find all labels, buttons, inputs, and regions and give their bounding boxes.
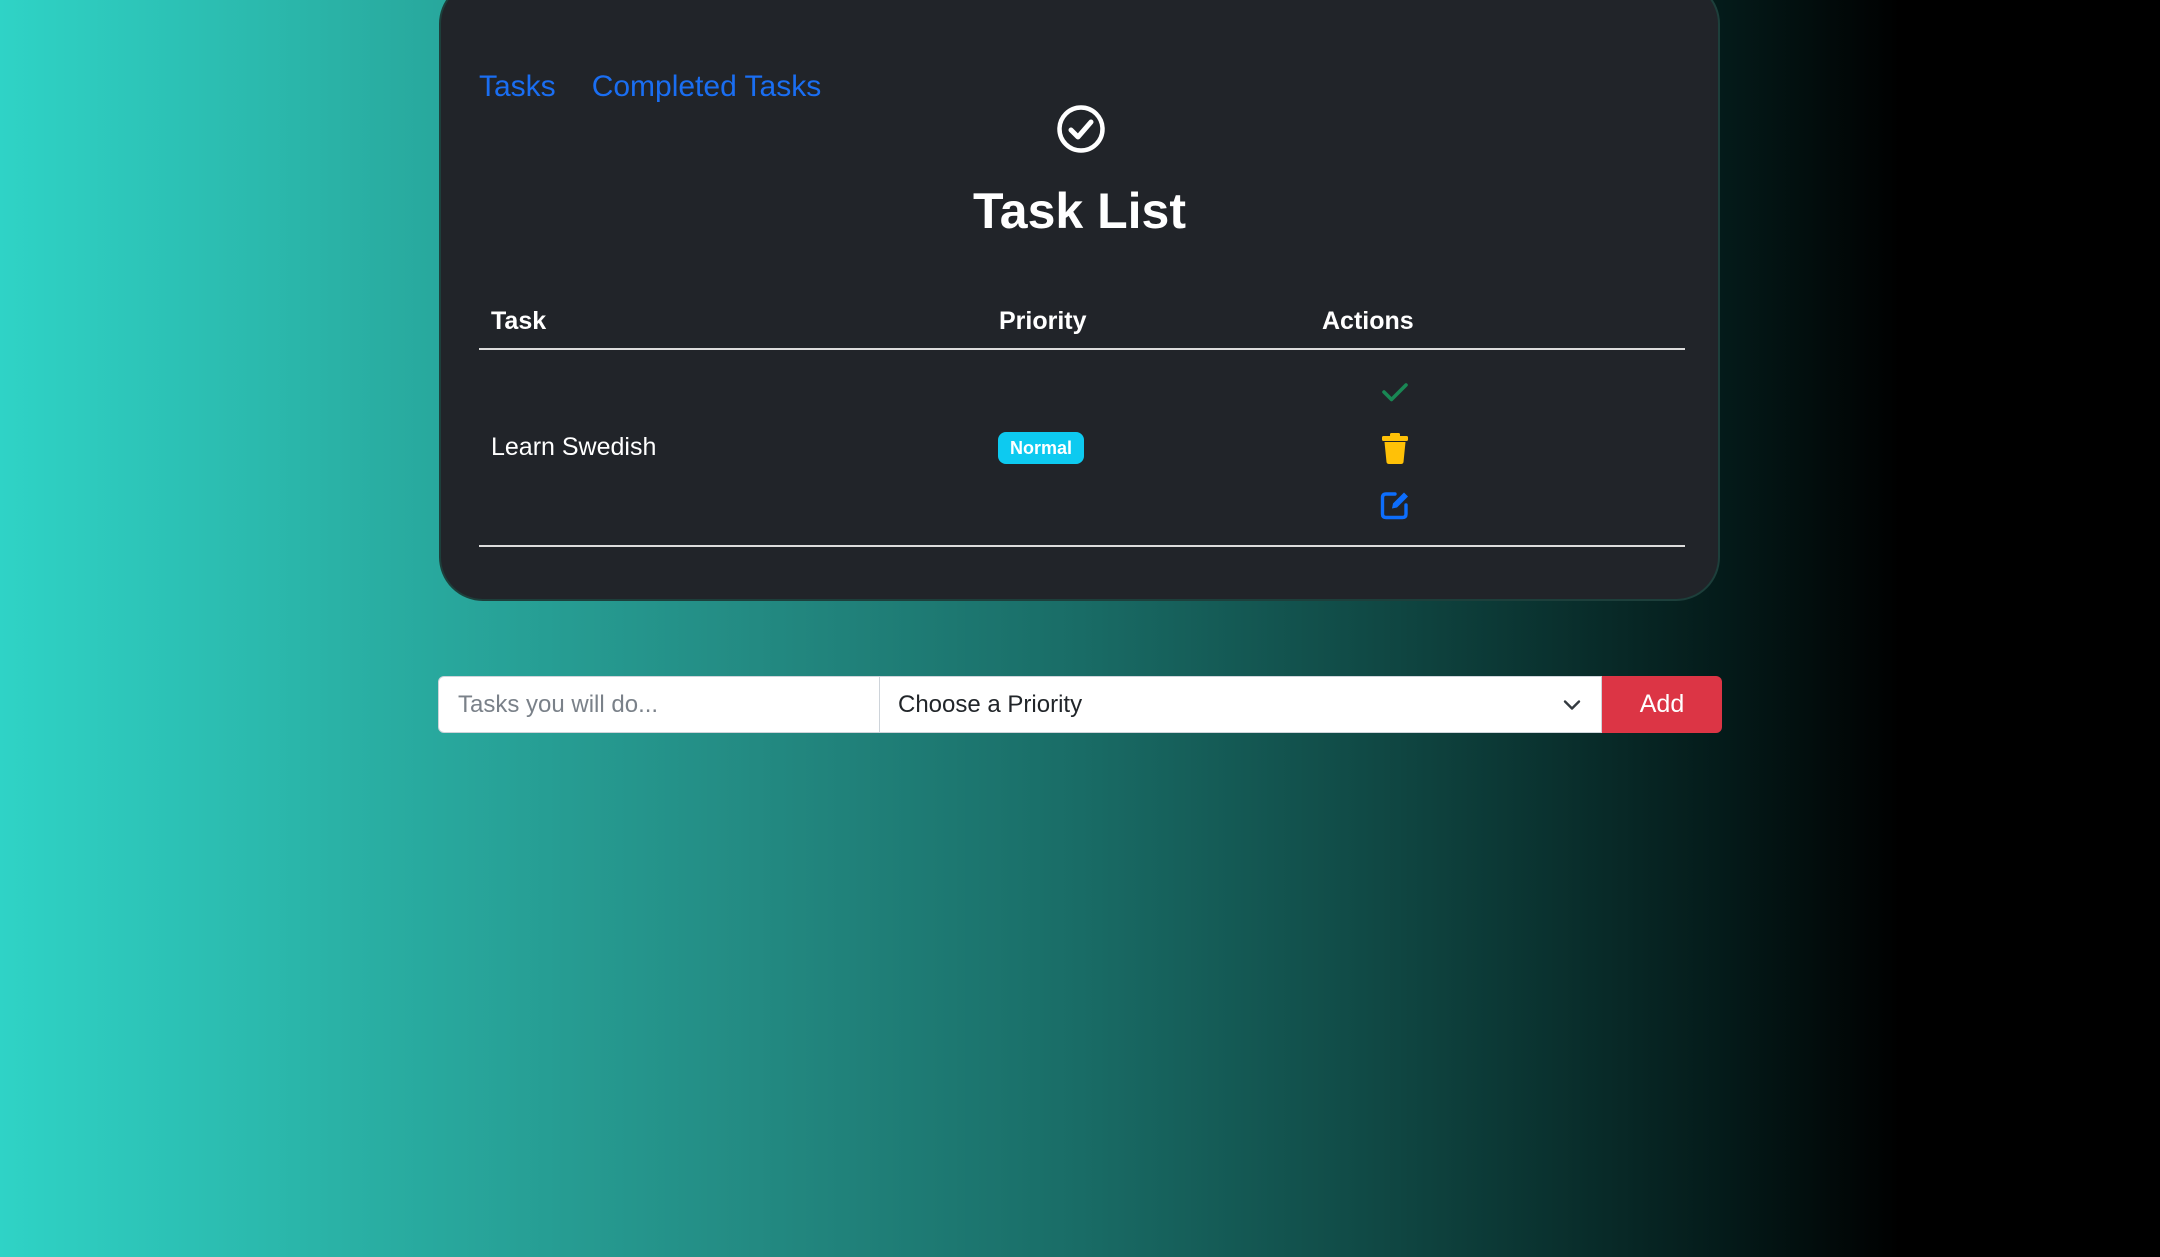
- add-task-form: Choose a Priority Add: [438, 676, 1722, 733]
- column-header-task: Task: [491, 307, 547, 335]
- column-header-actions: Actions: [1322, 307, 1414, 335]
- priority-select-value: Choose a Priority: [898, 690, 1083, 718]
- task-card: Tasks Completed Tasks Task List Task Pri…: [439, 0, 1720, 601]
- page-title: Task List: [972, 183, 1187, 239]
- priority-badge: Normal: [998, 432, 1085, 464]
- trash-icon: [1382, 433, 1408, 464]
- table-header: Task Priority Actions: [479, 282, 1685, 350]
- column-header-priority: Priority: [999, 307, 1087, 335]
- task-name: Learn Swedish: [491, 433, 657, 461]
- complete-task-button[interactable]: [1378, 375, 1412, 409]
- add-task-button[interactable]: Add: [1602, 676, 1722, 733]
- check-icon: [1382, 383, 1408, 402]
- delete-task-button[interactable]: [1378, 431, 1412, 465]
- priority-select[interactable]: Choose a Priority: [880, 676, 1602, 733]
- edit-icon: [1380, 492, 1408, 520]
- table-row: Learn Swedish Normal: [479, 350, 1685, 547]
- nav-link-tasks[interactable]: Tasks: [479, 70, 556, 104]
- chevron-down-icon: [1563, 699, 1581, 710]
- check-circle-icon: [1057, 105, 1105, 153]
- task-input[interactable]: [438, 676, 880, 733]
- task-table: Task Priority Actions Learn Swedish Norm…: [479, 282, 1685, 547]
- nav-link-completed-tasks[interactable]: Completed Tasks: [592, 70, 822, 104]
- edit-task-button[interactable]: [1378, 488, 1412, 522]
- top-nav: Tasks Completed Tasks: [479, 70, 821, 104]
